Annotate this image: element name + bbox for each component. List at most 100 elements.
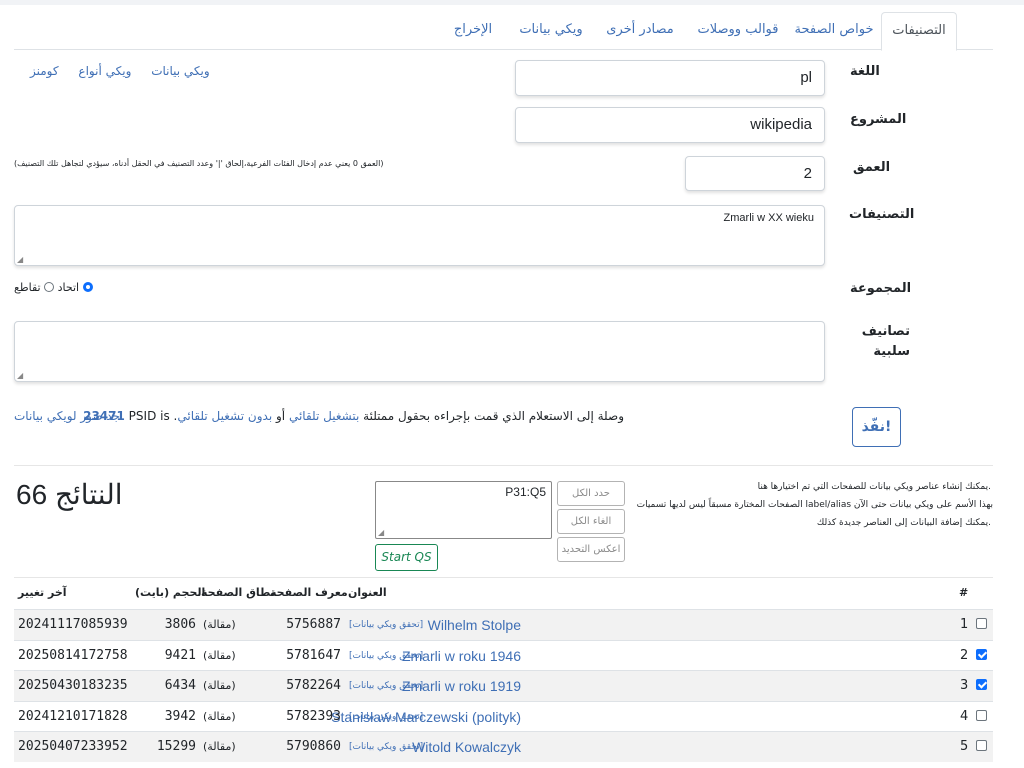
page-id: 5782264: [286, 678, 341, 693]
page-title-link[interactable]: Wilhelm Stolpe: [428, 610, 521, 640]
table-row: 5 Witold Kowalczyk [تحقق ويكي بيانات] 57908…: [14, 731, 993, 762]
table-row: 1 Wilhelm Stolpe [تحقق ويكي بيانات] 5756887…: [14, 609, 993, 640]
check-wikidata-link[interactable]: [تحقق ويكي بيانات]: [349, 732, 423, 762]
page-id: 5756887: [286, 617, 341, 632]
depth-input[interactable]: 2: [685, 156, 825, 191]
page-size: 6434: [164, 678, 196, 693]
commons-link[interactable]: كومنز: [30, 64, 59, 78]
namespace: (مقالة): [203, 648, 236, 662]
page-title-link[interactable]: Witold Kowalczyk: [412, 732, 521, 762]
radio-union-label: اتحاد: [57, 281, 80, 294]
row-checkbox[interactable]: [976, 732, 987, 762]
autorun-link[interactable]: بتشغيل تلقائي: [289, 409, 359, 423]
checkbox-icon: [976, 618, 987, 629]
checkbox-icon: [976, 740, 987, 751]
query-link-line: وصلة إلى الاستعلام الذي قمت بإجراءه بحقو…: [83, 409, 624, 423]
or-text: أو: [276, 409, 286, 423]
namespace: (مقالة): [203, 679, 236, 692]
combination-label: المجموعة: [850, 281, 912, 296]
col-header-last-change: آخر تغيير: [18, 586, 67, 599]
last-change: 20241117085939: [18, 617, 128, 632]
namespace: (مقالة): [203, 709, 236, 723]
col-header-namespace: نطاق الصفحة: [201, 586, 275, 599]
tab-templates-links[interactable]: قوالب ووصلات: [688, 12, 788, 48]
wiki-links: ويكي بيانات ويكي أنواع كومنز: [30, 64, 226, 78]
select-all-button[interactable]: حدد الكل: [557, 481, 625, 506]
project-label: المشروع: [850, 112, 907, 127]
table-row: 4 Stanisław Marczewski (polityk) [تحقق ويك…: [14, 700, 993, 732]
categories-textarea[interactable]: Zmarli w XX wieku ◢: [14, 205, 825, 266]
radio-union[interactable]: [44, 282, 55, 292]
page-size: 15299: [156, 739, 196, 754]
check-wikidata-link[interactable]: [تحقق ويكي بيانات]: [349, 610, 423, 640]
row-number: 4: [960, 708, 969, 724]
checkbox-icon: [976, 679, 987, 690]
checkbox-icon: [976, 648, 987, 660]
no-autorun-link[interactable]: بدون تشغيل تلقائي: [177, 409, 272, 423]
namespace: (مقالة): [203, 618, 236, 631]
row-number: 2: [960, 647, 969, 663]
deselect-all-button[interactable]: الغاء الكل: [557, 509, 625, 534]
wikidata-link[interactable]: ويكي بيانات: [151, 64, 210, 78]
page-id: 5790860: [286, 739, 341, 754]
tab-output[interactable]: الإخراج: [438, 12, 508, 48]
doit-button[interactable]: نفّذ!: [852, 407, 901, 447]
page-size: 9421: [164, 647, 196, 663]
tab-wikidata[interactable]: ويكي بيانات: [510, 12, 592, 48]
last-change: 20241210171828: [18, 708, 128, 724]
row-checkbox[interactable]: [976, 641, 987, 671]
tab-categories[interactable]: التصنيفات: [881, 12, 957, 51]
tab-bar: التصنيفات خواص الصفحة قوالب ووصلات مصادر…: [14, 12, 993, 51]
quickstatements-value: P31:Q5: [505, 485, 546, 499]
wikidata-note-line1: يمكنك إنشاء عناصر ويكي بيانات للصفحات ال…: [757, 482, 991, 492]
row-number: 1: [960, 617, 969, 632]
categories-value: Zmarli w XX wieku: [723, 212, 814, 224]
categories-label: التصنيفات: [849, 207, 915, 222]
last-change: 20250407233952: [18, 739, 128, 754]
row-checkbox[interactable]: [976, 671, 987, 701]
namespace: (مقالة): [203, 740, 236, 753]
language-input[interactable]: pl: [515, 60, 825, 96]
check-wikidata-link[interactable]: [تحقق ويكي بيانات]: [349, 702, 423, 732]
radio-intersection[interactable]: [82, 282, 93, 292]
quickstatements-textarea[interactable]: P31:Q5 ◢: [375, 481, 552, 539]
col-header-size: الحجم (بايت): [135, 586, 206, 599]
row-checkbox[interactable]: [976, 610, 987, 640]
wikidata-note-line3: يمكنك إضافة البيانات إلى العناصر جديدة ك…: [816, 518, 991, 528]
col-header-page-id: معرف الصفحة: [270, 586, 348, 599]
row-number: 5: [960, 739, 969, 754]
row-number: 3: [960, 678, 969, 693]
row-checkbox[interactable]: [976, 702, 987, 732]
divider: [14, 465, 993, 466]
resize-handle-icon[interactable]: ◢: [378, 529, 384, 537]
tab-page-properties[interactable]: خواص الصفحة: [790, 12, 878, 48]
checkbox-icon: [976, 709, 987, 721]
find-images-link[interactable]: جد صور لويكي بيانات.: [14, 409, 124, 423]
check-wikidata-link[interactable]: [تحقق ويكي بيانات]: [349, 671, 423, 701]
tab-other-sources[interactable]: مصادر أخرى: [594, 12, 686, 48]
depth-note: (العمق 0 يعني عدم إدخال الفئات الفرعية،إ…: [14, 159, 384, 168]
page-id: 5782393: [286, 708, 341, 724]
depth-label: العمق: [853, 160, 891, 175]
page-id: 5781647: [286, 647, 341, 663]
wikispecies-link[interactable]: ويكي أنواع: [78, 64, 131, 78]
start-qs-button[interactable]: Start QS: [375, 544, 438, 571]
query-link-text: وصلة إلى الاستعلام الذي قمت بإجراءه بحقو…: [363, 409, 624, 423]
language-label: اللغة: [850, 64, 880, 79]
check-wikidata-link[interactable]: [تحقق ويكي بيانات]: [349, 641, 423, 671]
table-row: 3 Zmarli w roku 1919 [تحقق ويكي بيانات] 578…: [14, 670, 993, 701]
page-size: 3942: [164, 708, 196, 724]
negative-categories-textarea[interactable]: ◢: [14, 321, 825, 382]
wikidata-note-line2: الصفحات المختارة مسبقاً ليس لديها تسميات…: [636, 500, 993, 510]
last-change: 20250430183235: [18, 678, 128, 693]
invert-selection-button[interactable]: اعكس التحديد: [557, 537, 625, 562]
resize-handle-icon[interactable]: ◢: [17, 256, 23, 264]
top-strip: [0, 0, 1024, 5]
combination-radios: اتحاد تقاطع: [14, 281, 93, 294]
col-header-num: #: [959, 586, 969, 599]
project-input[interactable]: wikipedia: [515, 107, 825, 143]
negative-categories-label: تصانيف سلبية: [861, 324, 910, 359]
resize-handle-icon[interactable]: ◢: [17, 372, 23, 380]
results-count: 66 النتائج: [16, 479, 123, 510]
radio-intersection-label: تقاطع: [14, 281, 41, 294]
